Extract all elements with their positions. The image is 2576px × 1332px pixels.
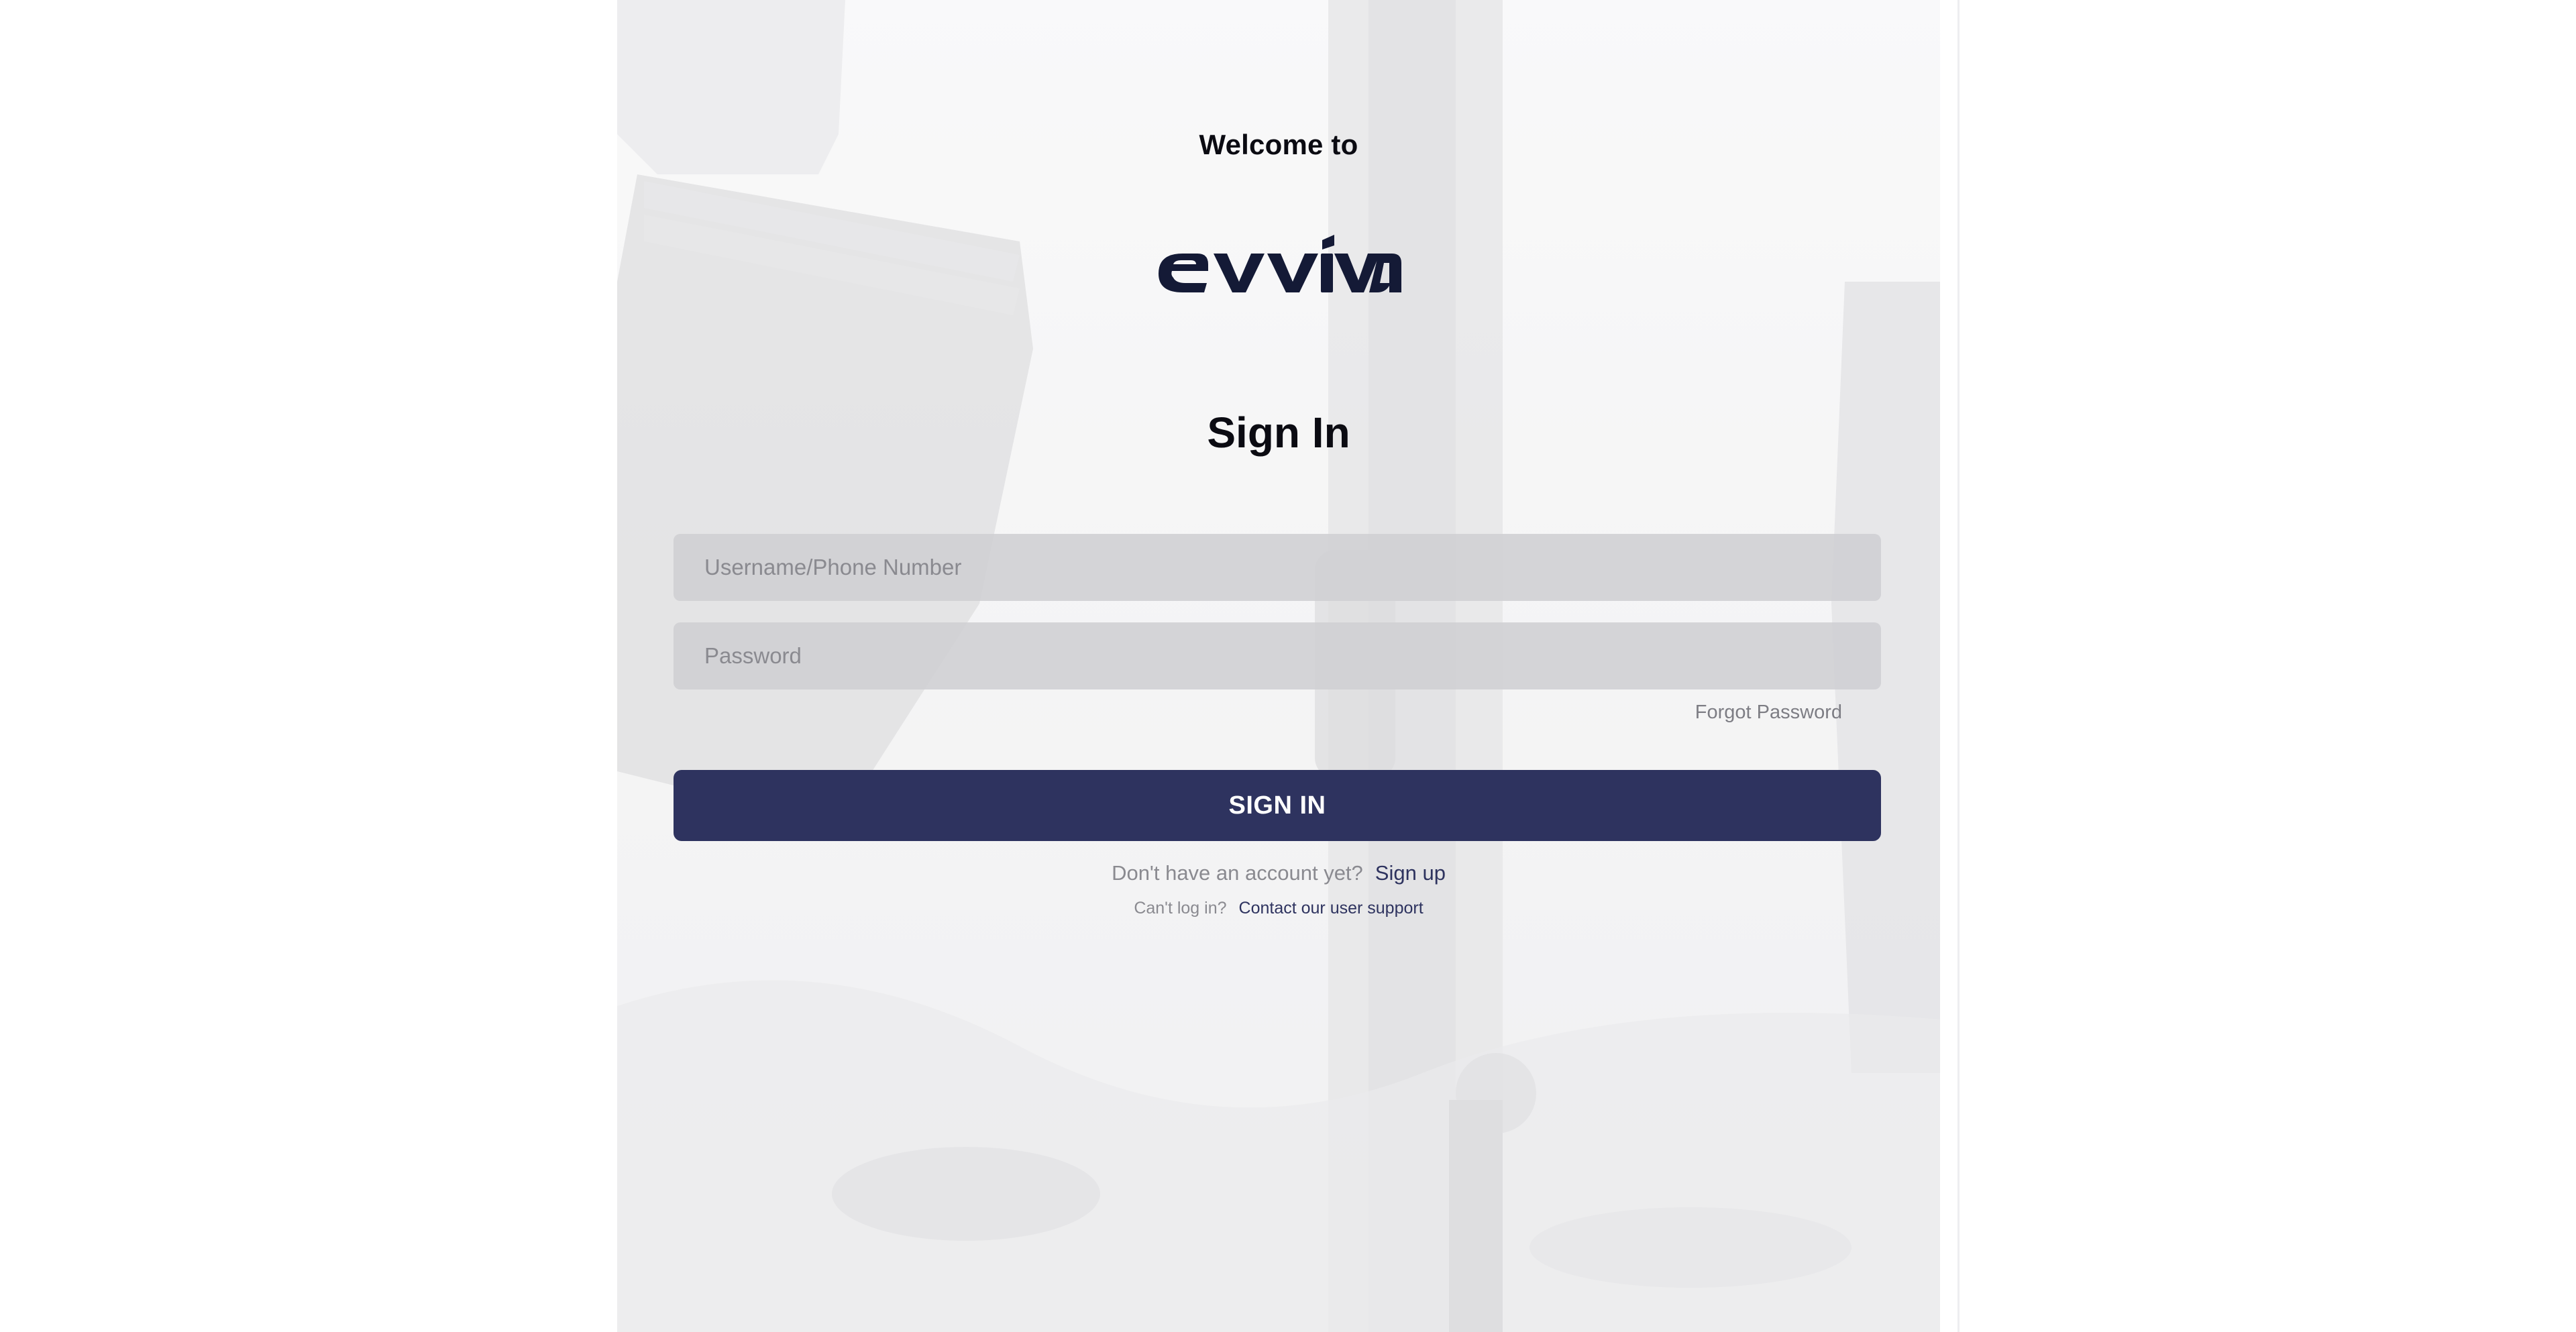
- vertical-divider: [1957, 0, 1960, 1332]
- contact-support-link[interactable]: Contact our user support: [1239, 899, 1424, 918]
- welcome-heading: Welcome to: [1199, 129, 1358, 160]
- login-panel: Welcome to Sign In Username/Phone Number…: [617, 0, 1940, 1332]
- login-page: Welcome to Sign In Username/Phone Number…: [0, 0, 2576, 1332]
- forgot-password-link[interactable]: Forgot Password: [1695, 702, 1842, 724]
- sign-in-button[interactable]: SIGN IN: [674, 770, 1881, 841]
- login-content: Welcome to Sign In Username/Phone Number…: [617, 0, 1940, 1332]
- support-prompt: Can't log in?: [1134, 899, 1227, 918]
- evviva-logo: [1159, 235, 1401, 292]
- sign-up-link[interactable]: Sign up: [1375, 861, 1446, 885]
- username-input[interactable]: [674, 534, 1881, 601]
- signup-prompt: Don't have an account yet?: [1112, 861, 1363, 885]
- support-row: Can't log in? Contact our user support: [617, 899, 1940, 918]
- password-input[interactable]: [674, 622, 1881, 689]
- signup-row: Don't have an account yet? Sign up: [617, 861, 1940, 885]
- sign-in-title: Sign In: [1207, 408, 1350, 457]
